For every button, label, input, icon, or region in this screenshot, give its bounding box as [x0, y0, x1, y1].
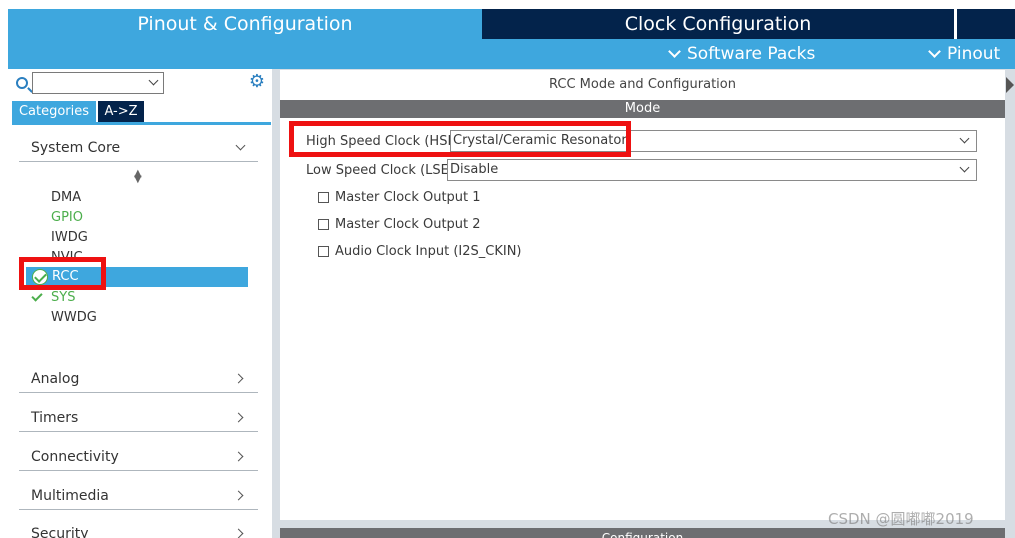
- collapse-arrow-icon[interactable]: [1006, 77, 1014, 93]
- chevron-down-icon: [959, 162, 970, 173]
- chevron-down-icon: [928, 45, 941, 58]
- category-label: Connectivity: [31, 449, 119, 465]
- mode-section: High Speed Clock (HSE) Crystal/Ceramic R…: [280, 118, 1005, 520]
- search-input[interactable]: [32, 72, 164, 94]
- tab-a-to-z[interactable]: A->Z: [98, 101, 144, 122]
- chevron-right-icon: [233, 412, 244, 423]
- check-icon: [31, 290, 43, 302]
- peripheral-item-sys[interactable]: SYS: [51, 288, 75, 308]
- category-label: System Core: [31, 140, 121, 156]
- checkbox-box[interactable]: [318, 246, 329, 257]
- highlight-box-hse: [289, 121, 631, 157]
- category-connectivity[interactable]: Connectivity: [19, 443, 258, 471]
- tab-clock-configuration[interactable]: Clock Configuration: [482, 9, 954, 39]
- peripheral-item-iwdg[interactable]: IWDG: [51, 228, 88, 248]
- configuration-section-header: Configuration: [280, 528, 1005, 538]
- category-multimedia[interactable]: Multimedia: [19, 482, 258, 510]
- category-timers[interactable]: Timers: [19, 404, 258, 432]
- tab-underline: [12, 122, 271, 125]
- chevron-down-icon: [959, 133, 970, 144]
- lse-label: Low Speed Clock (LSE): [306, 163, 454, 178]
- tab-pinout-configuration[interactable]: Pinout & Configuration: [8, 9, 482, 39]
- tab-overflow[interactable]: [955, 9, 1015, 39]
- chevron-right-icon: [233, 490, 244, 501]
- categories-panel: ⚙ Categories A->Z System Core ▲ ▼ DMA GPI…: [8, 69, 279, 538]
- chevron-right-icon: [233, 451, 244, 462]
- checkbox-box[interactable]: [318, 192, 329, 203]
- sort-icon[interactable]: ▲ ▼: [134, 169, 142, 185]
- checkbox-label: Master Clock Output 1: [335, 190, 481, 205]
- software-packs-menu[interactable]: Software Packs: [668, 39, 816, 69]
- chevron-down-icon: [668, 45, 681, 58]
- gear-icon[interactable]: ⚙: [248, 73, 266, 91]
- checkbox-label: Master Clock Output 2: [335, 217, 481, 232]
- software-packs-label: Software Packs: [687, 44, 816, 64]
- peripheral-item-gpio[interactable]: GPIO: [51, 208, 83, 228]
- peripheral-item-dma[interactable]: DMA: [51, 188, 81, 208]
- page-title: RCC Mode and Configuration: [280, 70, 1005, 100]
- category-label: Analog: [31, 371, 80, 387]
- highlight-box-rcc: [19, 257, 106, 290]
- category-analog[interactable]: Analog: [19, 365, 258, 393]
- watermark: CSDN @圆嘟嘟2019: [828, 510, 974, 528]
- checkbox-label: Audio Clock Input (I2S_CKIN): [335, 244, 522, 259]
- category-security[interactable]: Security: [19, 520, 258, 538]
- pinout-menu[interactable]: Pinout: [928, 39, 1001, 69]
- sub-toolbar: Software Packs Pinout: [8, 39, 1015, 69]
- lse-select[interactable]: Disable: [447, 159, 977, 181]
- category-system-core[interactable]: System Core: [19, 134, 258, 162]
- chevron-right-icon: [233, 528, 244, 538]
- chevron-down-icon[interactable]: [148, 75, 159, 86]
- chevron-right-icon: [233, 373, 244, 384]
- category-label: Multimedia: [31, 488, 109, 504]
- mode-section-header: Mode: [280, 100, 1005, 118]
- lse-value: Disable: [450, 162, 499, 177]
- chevron-down-icon: [235, 140, 246, 151]
- category-label: Timers: [31, 410, 79, 426]
- category-label: Security: [31, 526, 89, 538]
- tab-categories[interactable]: Categories: [12, 101, 96, 122]
- rcc-config-panel: RCC Mode and Configuration Mode High Spe…: [272, 69, 1015, 538]
- pinout-label: Pinout: [947, 44, 1001, 64]
- search-icon[interactable]: [16, 77, 28, 89]
- peripheral-item-wwdg[interactable]: WWDG: [51, 308, 97, 328]
- checkbox-box[interactable]: [318, 219, 329, 230]
